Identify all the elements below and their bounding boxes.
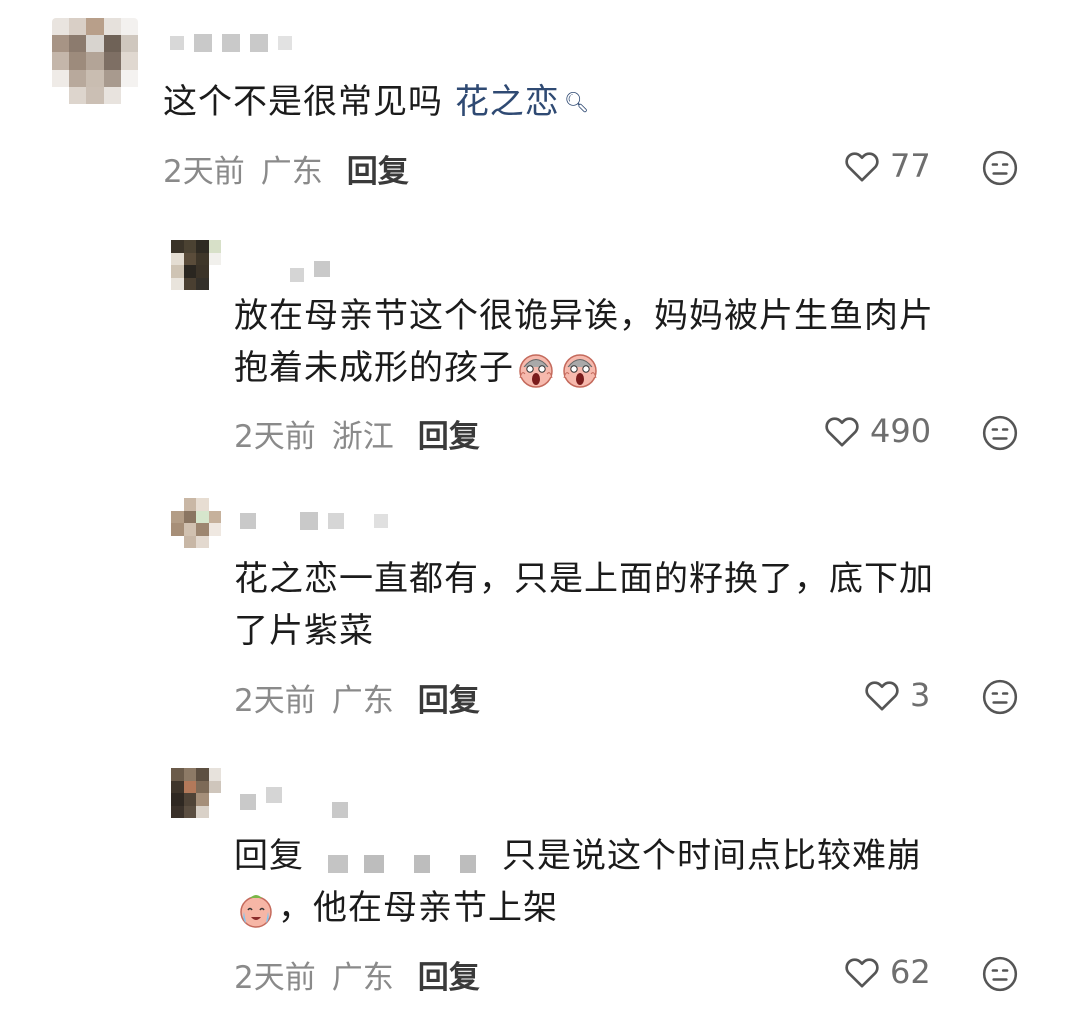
avatar[interactable] — [171, 240, 221, 290]
crying-face-emoji — [240, 894, 272, 928]
comment-text-line-1: 只是说这个时间点比较难崩 — [502, 836, 922, 876]
region: 广东 — [331, 683, 394, 719]
comment-text-line-2: ，他在母亲节上架 — [278, 888, 558, 928]
neutral-face-icon[interactable] — [981, 414, 1019, 452]
comment-text: 花之恋一直都有，只是上面的籽换了，底下加 了片紫菜 — [234, 553, 934, 657]
neutral-face-icon[interactable] — [981, 678, 1019, 716]
region: 广东 — [331, 960, 394, 996]
like-button[interactable]: 490 — [822, 411, 931, 451]
timestamp: 2天前 — [163, 154, 245, 190]
comment-text-line: 花之恋一直都有，只是上面的籽换了，底下加 — [234, 559, 934, 599]
comment-text-main: 这个不是很常见吗 — [163, 82, 455, 122]
like-button[interactable]: 3 — [862, 675, 930, 715]
comment-text-line: 放在母亲节这个很诡异诶，妈妈被片生鱼肉片 — [234, 296, 934, 336]
username-redacted[interactable] — [290, 256, 330, 282]
username-redacted[interactable] — [240, 512, 388, 530]
comment-text: 回复 只是说这个时间点比较难崩 ，他在母亲节上架 — [234, 830, 922, 934]
comment-text-line: 抱着未成形的孩子 — [234, 342, 934, 394]
like-count: 490 — [870, 412, 932, 450]
neutral-face-icon[interactable] — [981, 149, 1019, 187]
reply-prefix: 回复 — [234, 836, 304, 876]
neutral-face-icon[interactable] — [981, 955, 1019, 993]
avatar[interactable] — [52, 18, 138, 104]
avatar[interactable] — [171, 768, 221, 818]
region: 广东 — [260, 154, 323, 190]
avatar[interactable] — [171, 498, 221, 548]
reply-button[interactable]: 回复 — [418, 411, 480, 456]
scream-face-emoji — [563, 353, 597, 388]
reply-button[interactable]: 回复 — [418, 952, 480, 997]
heart-outline-icon — [825, 417, 859, 447]
like-count: 62 — [890, 953, 931, 991]
scream-face-emoji — [519, 353, 553, 388]
comment-text-line-2: 抱着未成形的孩子 — [234, 348, 514, 388]
comment-text-line: ，他在母亲节上架 — [234, 882, 922, 934]
reply-button[interactable]: 回复 — [418, 675, 480, 720]
comment-meta: 2天前 广东 回复 — [163, 146, 409, 191]
username-redacted[interactable] — [170, 34, 292, 52]
heart-outline-icon — [845, 958, 879, 988]
like-count: 77 — [890, 147, 931, 185]
reply-button[interactable]: 回复 — [347, 146, 409, 191]
search-icon[interactable]: 🔍︎ — [564, 76, 590, 128]
topic-link[interactable]: 花之恋 — [455, 82, 560, 122]
heart-outline-icon — [845, 152, 879, 182]
timestamp: 2天前 — [234, 419, 316, 455]
comment-text-line: 回复 只是说这个时间点比较难崩 — [234, 830, 922, 882]
comment-text: 这个不是很常见吗 花之恋 🔍︎ — [163, 76, 590, 128]
like-count: 3 — [910, 676, 931, 714]
timestamp: 2天前 — [234, 960, 316, 996]
comment-text: 放在母亲节这个很诡异诶，妈妈被片生鱼肉片 抱着未成形的孩子 — [234, 290, 934, 394]
timestamp: 2天前 — [234, 683, 316, 719]
like-button[interactable]: 77 — [842, 146, 931, 186]
like-button[interactable]: 62 — [842, 952, 931, 992]
heart-outline-icon — [865, 681, 899, 711]
comment-text-line: 了片紫菜 — [234, 611, 374, 651]
comment-meta: 2天前 浙江 回复 — [234, 411, 480, 456]
mentioned-user-redacted[interactable] — [318, 843, 488, 873]
region: 浙江 — [331, 419, 394, 455]
username-redacted[interactable] — [240, 772, 348, 818]
comment-meta: 2天前 广东 回复 — [234, 675, 480, 720]
comment-meta: 2天前 广东 回复 — [234, 952, 480, 997]
